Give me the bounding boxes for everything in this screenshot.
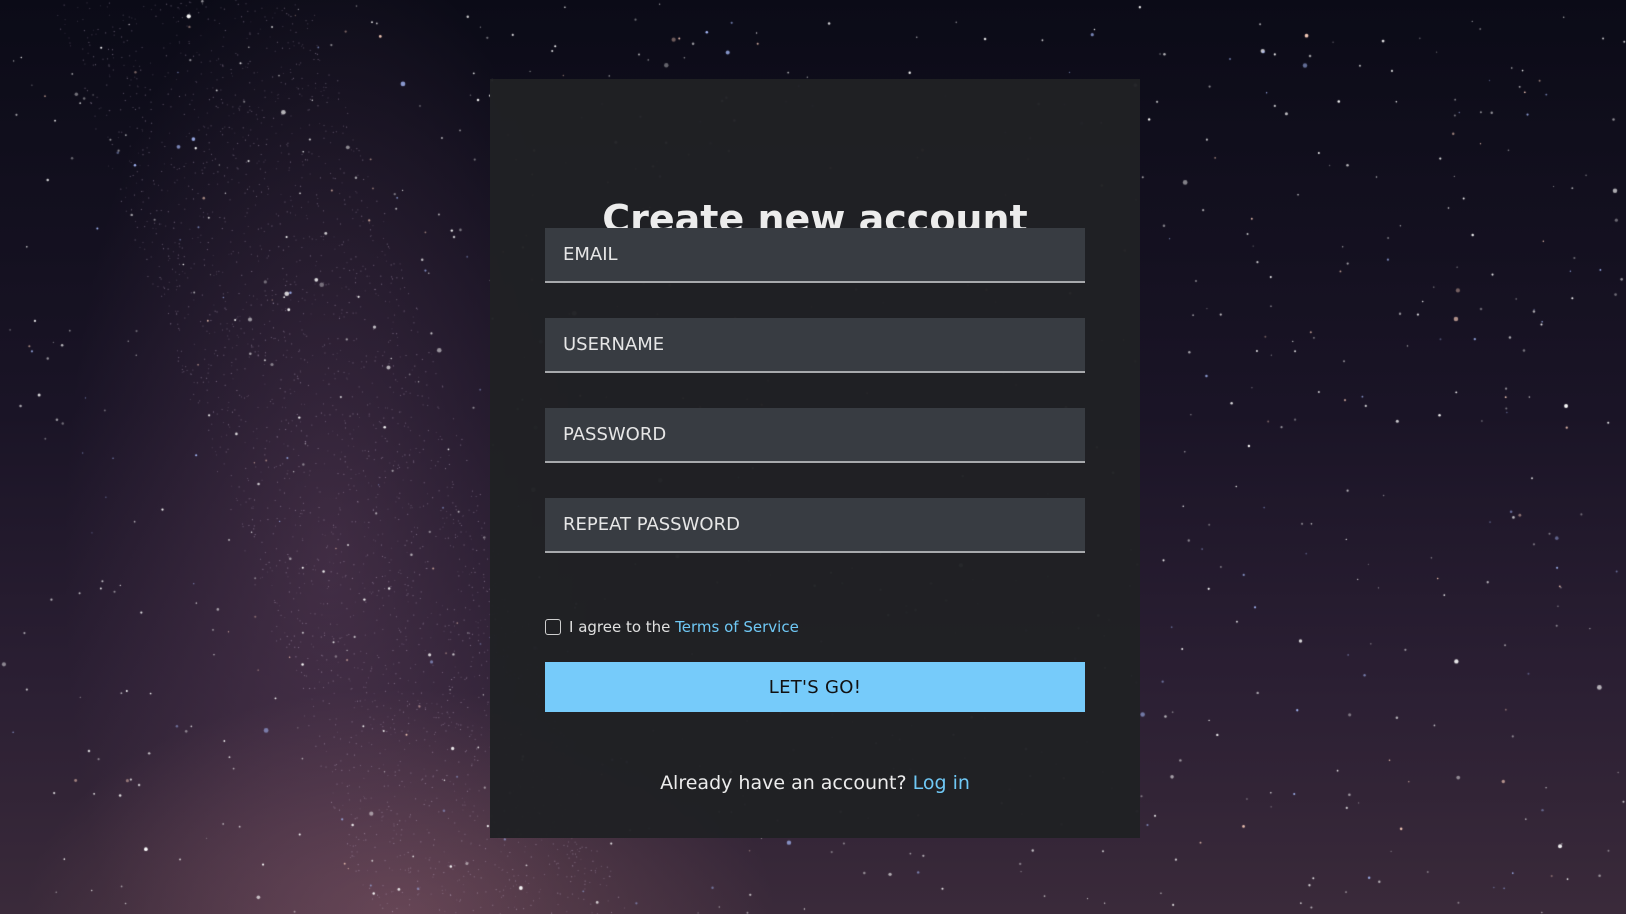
- submit-button[interactable]: LET'S GO!: [545, 662, 1085, 712]
- email-field[interactable]: [545, 228, 1085, 283]
- login-prompt: Already have an account? Log in: [490, 772, 1140, 794]
- terms-checkbox[interactable]: [545, 619, 561, 635]
- terms-label: I agree to the: [569, 618, 676, 636]
- repeat-password-field[interactable]: [545, 498, 1085, 553]
- terms-of-service-link[interactable]: Terms of Service: [675, 618, 799, 636]
- username-field[interactable]: [545, 318, 1085, 373]
- terms-agreement: I agree to the Terms of Service: [545, 616, 799, 638]
- signup-card: Create new account I agree to the Terms …: [490, 79, 1140, 838]
- password-field[interactable]: [545, 408, 1085, 463]
- login-link[interactable]: Log in: [913, 772, 970, 794]
- login-prompt-text: Already have an account?: [660, 772, 913, 794]
